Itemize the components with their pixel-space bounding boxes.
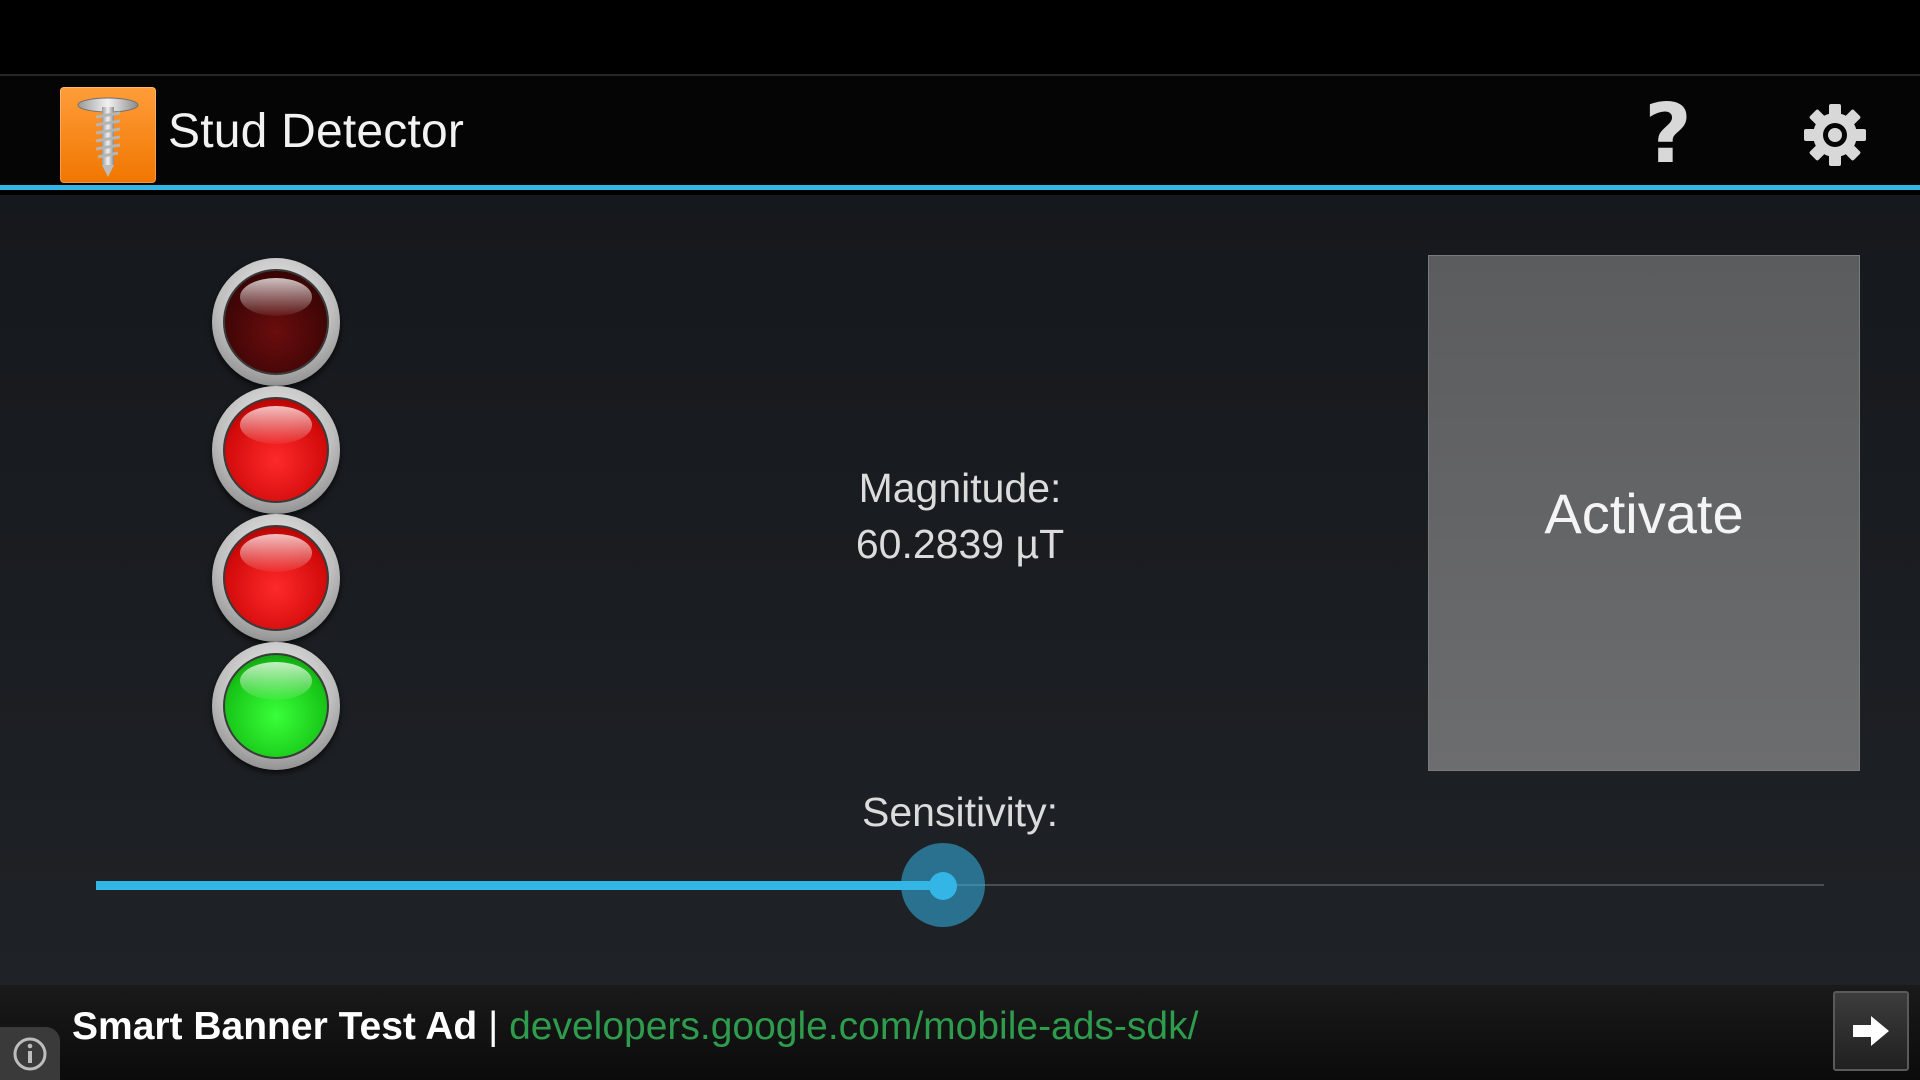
indicator-light-3 — [212, 514, 340, 642]
magnitude-value: 60.2839 µT — [855, 521, 1065, 567]
screw-icon — [60, 87, 156, 183]
slider-thumb[interactable] — [929, 872, 957, 900]
indicator-light-4 — [212, 642, 340, 770]
action-bar-divider — [0, 185, 1920, 190]
gear-icon — [1804, 104, 1866, 166]
main-content: Magnitude: 60.2839 µT Activate Sensitivi… — [0, 195, 1920, 985]
arrow-right-icon[interactable] — [1833, 991, 1909, 1071]
indicator-light-1 — [212, 258, 340, 386]
app-screen: Stud Detector ? Magnitude: 60.2839 µT Ac… — [0, 0, 1920, 1080]
question-mark-icon: ? — [1644, 87, 1692, 182]
ad-text[interactable]: Smart Banner Test Ad | developers.google… — [72, 1005, 1198, 1049]
slider-fill — [96, 881, 943, 890]
info-icon[interactable] — [0, 1027, 60, 1080]
ad-separator: | — [488, 1005, 499, 1048]
settings-button[interactable] — [1790, 90, 1880, 180]
activate-button[interactable]: Activate — [1428, 255, 1860, 771]
sensitivity-label: Sensitivity: — [862, 789, 1058, 835]
magnitude-readout: Magnitude: 60.2839 µT — [760, 460, 1160, 572]
help-button[interactable]: ? — [1623, 90, 1713, 180]
sensitivity-slider[interactable] — [96, 843, 1824, 927]
action-bar: Stud Detector ? — [0, 76, 1920, 190]
indicator-light-2 — [212, 386, 340, 514]
ad-banner[interactable]: Smart Banner Test Ad | developers.google… — [0, 985, 1920, 1080]
ad-url-link[interactable]: developers.google.com/mobile-ads-sdk/ — [509, 1005, 1198, 1048]
magnitude-label: Magnitude: — [858, 465, 1062, 511]
app-title: Stud Detector — [168, 105, 465, 158]
ad-title: Smart Banner Test Ad — [72, 1005, 478, 1048]
status-bar — [0, 0, 1920, 76]
